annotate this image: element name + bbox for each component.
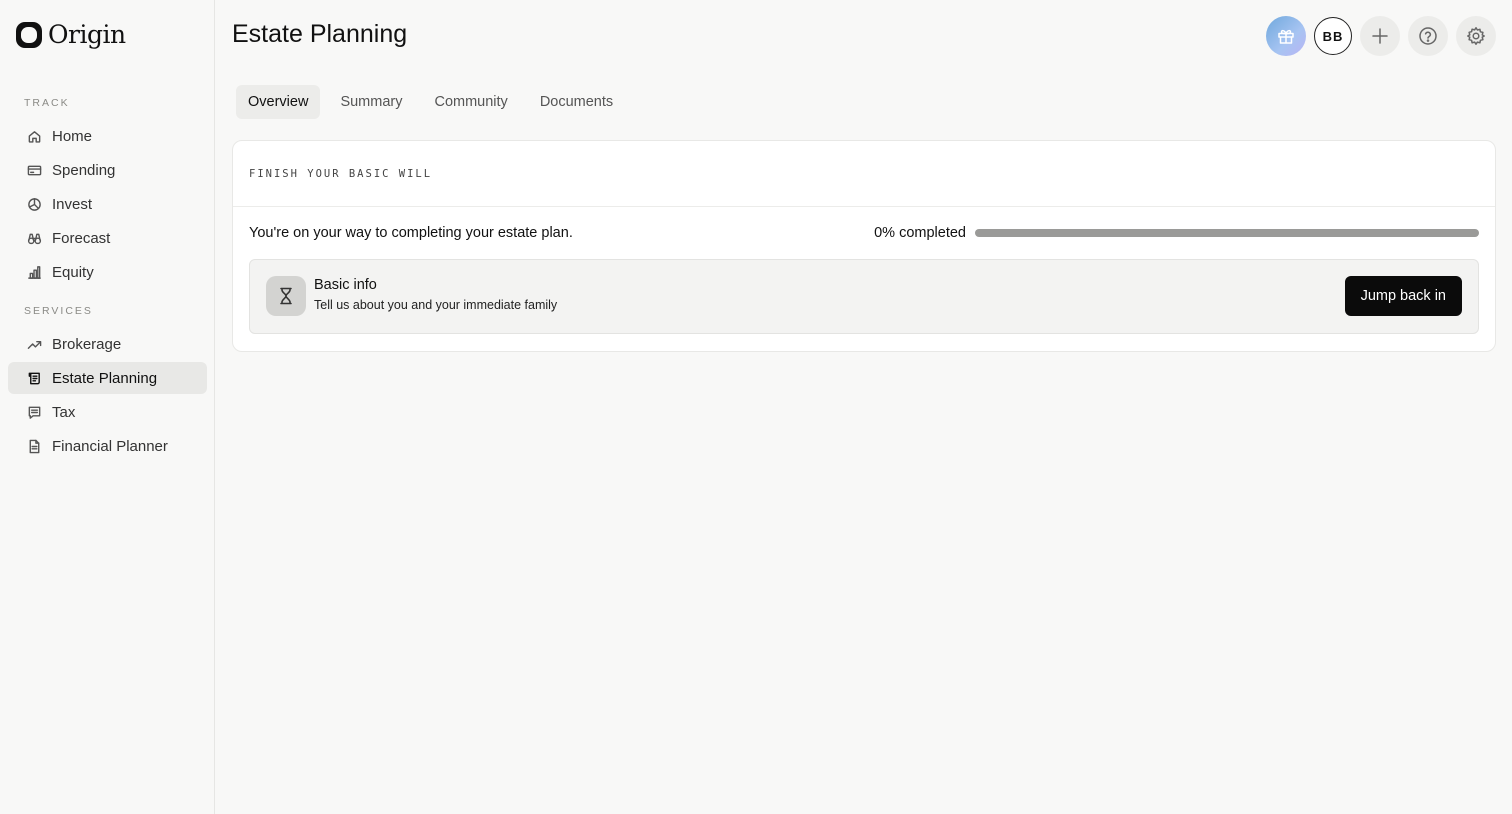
section-label-track: TRACK (24, 97, 70, 109)
help-icon (1419, 27, 1437, 45)
card-header: FINISH YOUR BASIC WILL (233, 141, 1495, 207)
bar-chart-icon (26, 264, 42, 280)
add-button[interactable] (1360, 16, 1400, 56)
tab-bar: Overview Summary Community Documents (236, 85, 633, 119)
sidebar-item-brokerage[interactable]: Brokerage (8, 328, 207, 360)
pie-chart-icon (26, 196, 42, 212)
page-title: Estate Planning (232, 20, 408, 48)
sidebar-item-label: Financial Planner (52, 437, 168, 455)
gift-button[interactable] (1266, 16, 1306, 56)
origin-logo-icon (16, 21, 42, 48)
jump-back-in-button[interactable]: Jump back in (1344, 276, 1462, 316)
task-subtitle: Tell us about you and your immediate fam… (314, 298, 558, 312)
origin-logo[interactable]: Origin (16, 20, 126, 49)
sidebar-item-tax[interactable]: Tax (8, 396, 207, 428)
tab-community[interactable]: Community (422, 85, 519, 119)
logo-text: Origin (48, 20, 126, 49)
sidebar-item-financial-planner[interactable]: Financial Planner (8, 430, 207, 462)
document-icon (26, 438, 42, 454)
section-label-services: SERVICES (24, 305, 93, 317)
receipt-icon (26, 404, 42, 420)
plus-icon (1372, 28, 1388, 44)
card-eyebrow: FINISH YOUR BASIC WILL (249, 167, 433, 180)
progress-row: You're on your way to completing your es… (249, 223, 1479, 243)
sidebar-item-spending[interactable]: Spending (8, 154, 207, 186)
avatar[interactable]: BB (1314, 17, 1352, 55)
sidebar-item-label: Tax (52, 403, 76, 421)
progress-percent: 0% completed (874, 225, 966, 241)
sidebar-item-equity[interactable]: Equity (8, 256, 207, 288)
tab-documents[interactable]: Documents (528, 85, 625, 119)
home-icon (26, 128, 42, 144)
scroll-icon (26, 370, 42, 386)
binoculars-icon (26, 230, 42, 246)
progress-status: 0% completed (874, 225, 1479, 241)
sidebar-item-forecast[interactable]: Forecast (8, 222, 207, 254)
sidebar-item-label: Home (52, 127, 93, 145)
sidebar-item-invest[interactable]: Invest (8, 188, 207, 220)
settings-button[interactable] (1456, 16, 1496, 56)
task-title: Basic info (314, 277, 377, 293)
progress-bar (975, 229, 1479, 237)
tab-overview[interactable]: Overview (236, 85, 321, 119)
gear-icon (1467, 27, 1485, 45)
credit-card-icon (26, 162, 42, 178)
sidebar-item-label: Estate Planning (52, 369, 158, 387)
tab-summary[interactable]: Summary (328, 85, 414, 119)
basic-will-card: FINISH YOUR BASIC WILL You're on your wa… (232, 140, 1496, 352)
task-basic-info: Basic info Tell us about you and your im… (249, 259, 1479, 334)
trending-up-icon (26, 336, 42, 352)
sidebar-item-label: Spending (52, 161, 116, 179)
sidebar-item-label: Brokerage (52, 335, 122, 353)
sidebar: Origin TRACK Home Spending Invest Foreca… (0, 0, 215, 814)
header-actions: BB (1266, 16, 1496, 56)
gift-icon (1278, 29, 1294, 44)
sidebar-item-home[interactable]: Home (8, 120, 207, 152)
sidebar-item-label: Invest (52, 195, 93, 213)
sidebar-item-label: Equity (52, 263, 94, 281)
progress-message: You're on your way to completing your es… (249, 225, 573, 241)
sidebar-item-label: Forecast (52, 229, 111, 247)
help-button[interactable] (1408, 16, 1448, 56)
hourglass-icon (266, 276, 306, 316)
sidebar-item-estate-planning[interactable]: Estate Planning (8, 362, 207, 394)
